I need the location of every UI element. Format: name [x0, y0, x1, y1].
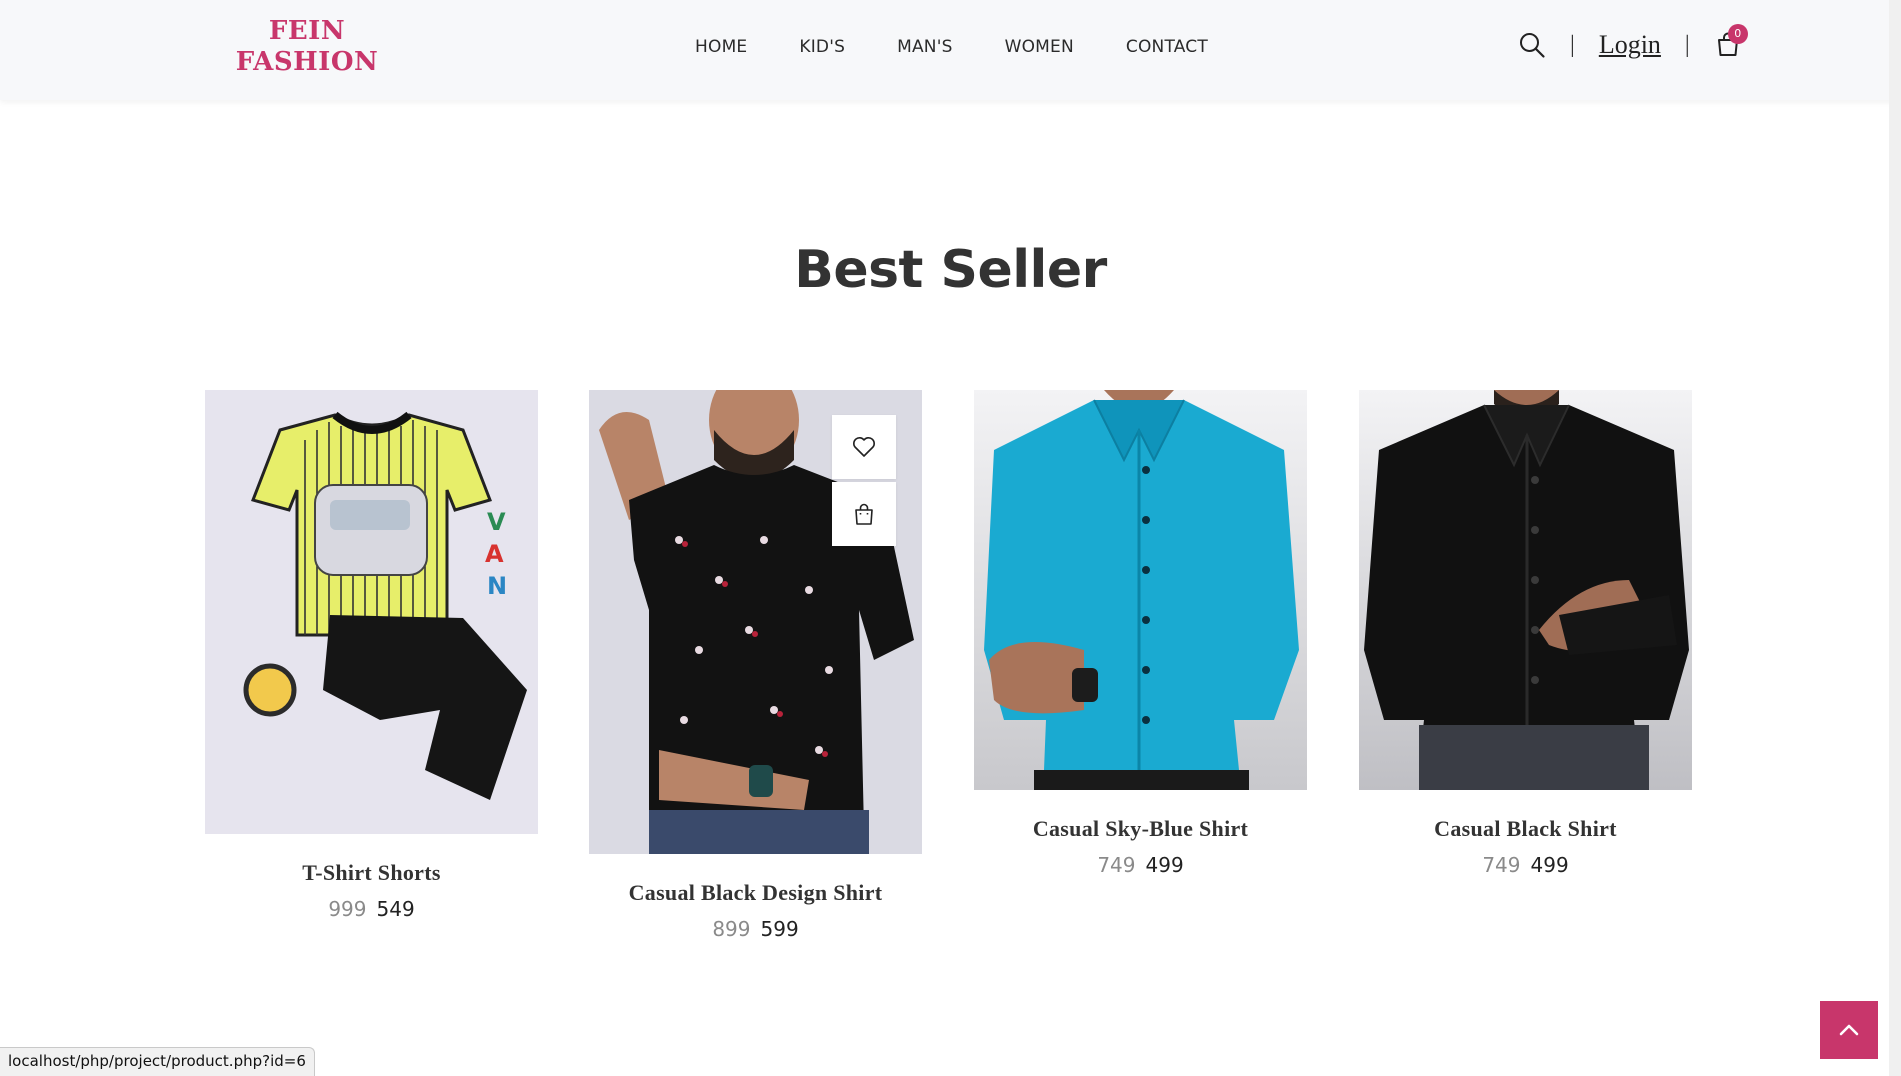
- add-to-cart-button[interactable]: [832, 482, 896, 546]
- svg-text:A: A: [485, 540, 504, 568]
- heart-icon: [853, 437, 875, 457]
- scrollbar[interactable]: [1889, 0, 1901, 1076]
- product-price: 899 599: [589, 917, 922, 941]
- main-nav: HOME KID'S MAN'S WOMEN CONTACT: [695, 37, 1208, 57]
- header-actions: | Login | 0: [1518, 24, 1748, 62]
- shopping-bag-icon: [855, 503, 873, 525]
- back-to-top-button[interactable]: [1820, 1001, 1878, 1059]
- old-price: 999: [328, 897, 367, 921]
- product-name[interactable]: T-Shirt Shorts: [205, 860, 538, 886]
- product-name[interactable]: Casual Black Shirt: [1359, 816, 1692, 842]
- product-card[interactable]: V A N T-Shirt Shorts 999 549: [205, 390, 538, 921]
- old-price: 749: [1482, 853, 1521, 877]
- old-price: 899: [712, 917, 751, 941]
- product-name[interactable]: Casual Sky-Blue Shirt: [974, 816, 1307, 842]
- product-card[interactable]: Casual Sky-Blue Shirt 749 499: [974, 390, 1307, 877]
- product-card[interactable]: Casual Black Design Shirt 899 599: [589, 390, 922, 941]
- nav-kids[interactable]: KID'S: [799, 37, 845, 57]
- product-name[interactable]: Casual Black Design Shirt: [589, 880, 922, 906]
- product-price: 749 499: [1359, 853, 1692, 877]
- svg-text:N: N: [487, 572, 507, 600]
- wishlist-button[interactable]: [832, 415, 896, 479]
- product-price: 999 549: [205, 897, 538, 921]
- site-logo[interactable]: FEIN FASHION: [232, 16, 382, 78]
- product-image[interactable]: V A N: [205, 390, 538, 834]
- site-header: FEIN FASHION HOME KID'S MAN'S WOMEN CONT…: [0, 0, 1901, 100]
- nav-home[interactable]: HOME: [695, 37, 747, 57]
- svg-text:V: V: [487, 508, 506, 536]
- browser-status-bar: localhost/php/project/product.php?id=6: [0, 1047, 315, 1076]
- nav-contact[interactable]: CONTACT: [1126, 37, 1208, 57]
- product-price: 749 499: [974, 853, 1307, 877]
- logo-line-2: FASHION: [235, 47, 379, 77]
- product-image[interactable]: [974, 390, 1307, 790]
- logo-line-1: FEIN: [268, 16, 346, 46]
- cart-button[interactable]: 0: [1714, 24, 1748, 60]
- product-image[interactable]: [589, 390, 922, 854]
- sale-price: 499: [1530, 853, 1569, 877]
- chevron-up-icon: [1839, 1024, 1859, 1036]
- nav-women[interactable]: WOMEN: [1005, 37, 1074, 57]
- old-price: 749: [1097, 853, 1136, 877]
- header-separator: |: [1684, 31, 1690, 58]
- cart-count-badge: 0: [1727, 24, 1748, 44]
- sale-price: 549: [376, 897, 415, 921]
- search-icon[interactable]: [1518, 31, 1546, 59]
- header-separator: |: [1570, 31, 1575, 58]
- section-title: Best Seller: [794, 240, 1107, 300]
- sale-price: 499: [1145, 853, 1184, 877]
- product-card[interactable]: Casual Black Shirt 749 499: [1359, 390, 1692, 877]
- login-link[interactable]: Login: [1599, 30, 1661, 60]
- nav-mans[interactable]: MAN'S: [897, 37, 952, 57]
- product-image[interactable]: [1359, 390, 1692, 790]
- sale-price: 599: [760, 917, 799, 941]
